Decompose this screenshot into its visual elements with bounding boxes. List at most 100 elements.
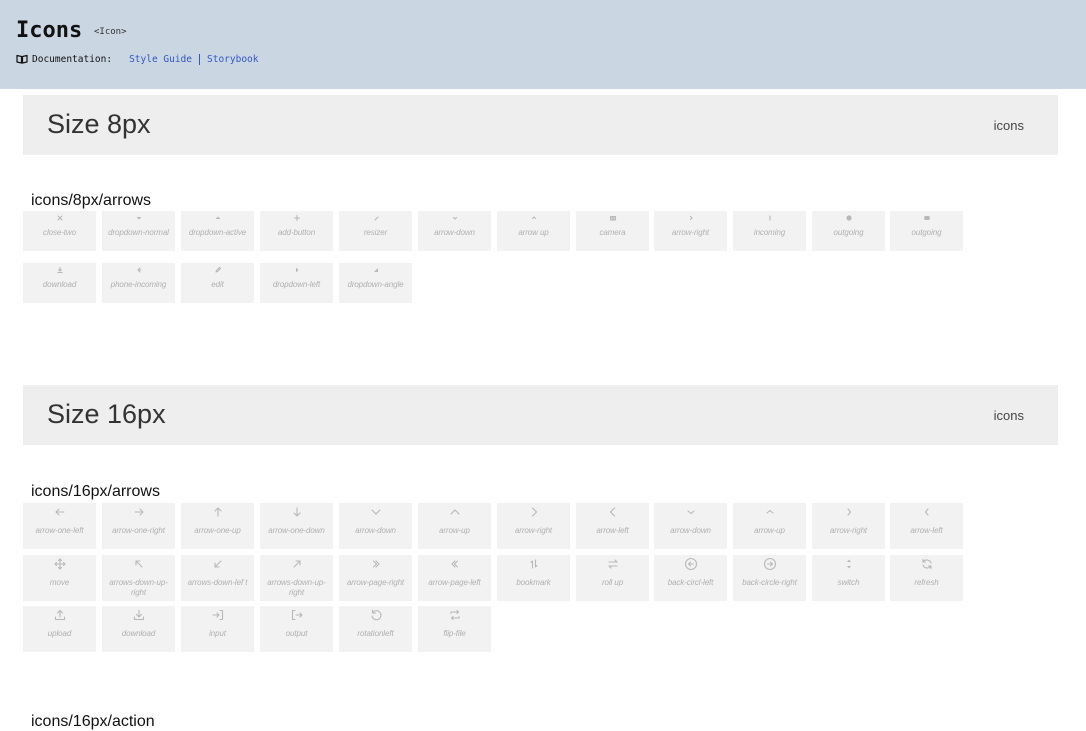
camera-icon bbox=[609, 215, 616, 221]
icon-tile-arrow-down[interactable]: arrow-down bbox=[418, 211, 491, 251]
icon-tile-arrow-down[interactable]: arrow-down bbox=[339, 503, 412, 549]
icon-tile-incoming[interactable]: incoming bbox=[733, 211, 806, 251]
chevron-left-small-icon bbox=[924, 508, 929, 516]
icon-tile-arrow-up[interactable]: arrow up bbox=[497, 211, 570, 251]
icon-tile-arrow-one-down[interactable]: arrow-one-down bbox=[260, 503, 333, 549]
icon-label: back-circle-right bbox=[742, 578, 797, 587]
outgoing-alt-icon bbox=[923, 215, 930, 220]
arrow-one-down-icon bbox=[292, 507, 301, 517]
icon-tile-move[interactable]: move bbox=[23, 555, 96, 601]
icon-tile-download[interactable]: download bbox=[23, 263, 96, 303]
icon-label: arrow-right bbox=[829, 526, 868, 535]
icon-tile-rotation-left[interactable]: rotationleft bbox=[339, 606, 412, 652]
icon-tile-flip-file[interactable]: flip-file bbox=[418, 606, 491, 652]
icon-tile-outgoing[interactable]: outgoing bbox=[812, 211, 885, 251]
chevron-right-small-icon bbox=[846, 508, 851, 516]
icon-tile-bookmark[interactable]: bookmark bbox=[497, 555, 570, 601]
icon-tile-arrow-right[interactable]: arrow-right bbox=[654, 211, 727, 251]
icon-label: arrow-one-down bbox=[268, 526, 325, 535]
icon-label: arrow-up bbox=[439, 526, 470, 535]
icon-label: switch bbox=[837, 578, 860, 587]
icon-tile-arrows-down-up-right[interactable]: arrows-down-up-right bbox=[102, 555, 175, 601]
icon-tile-arrows-down-left[interactable]: arrows-down-lef t bbox=[181, 555, 254, 601]
icon-label: arrow-right bbox=[514, 526, 553, 535]
arrow-down-left-icon bbox=[213, 560, 222, 568]
icon-tile-phone-incoming[interactable]: phone-incoming bbox=[102, 263, 175, 303]
icon-tile-resizer[interactable]: resizer bbox=[339, 211, 412, 251]
arrow-one-right-icon bbox=[133, 508, 144, 516]
icon-tile-dropdown-angle[interactable]: dropdown-angle bbox=[339, 263, 412, 303]
icon-tile-arrow-right-small[interactable]: arrow-right bbox=[812, 503, 885, 549]
icon-tile-arrow-page-right[interactable]: arrow-page-right bbox=[339, 555, 412, 601]
icon-tile-back-circle-right[interactable]: back-circle-right bbox=[733, 555, 806, 601]
close-icon bbox=[56, 214, 63, 221]
icon-label: arrow-up bbox=[754, 526, 785, 535]
icon-tile-dropdown-normal[interactable]: dropdown-normal bbox=[102, 211, 175, 251]
icon-label: flip-file bbox=[443, 629, 466, 638]
icon-tile-back-circle-left[interactable]: back-circl-left bbox=[654, 555, 727, 601]
icon-label: download bbox=[42, 280, 77, 289]
icon-label: output bbox=[285, 629, 308, 638]
icon-label: bookmark bbox=[516, 578, 551, 587]
icon-label: edit bbox=[211, 280, 224, 289]
icon-label: close-two bbox=[43, 228, 76, 237]
icon-tile-add-button[interactable]: add-button bbox=[260, 211, 333, 251]
icon-label: arrow-left bbox=[910, 526, 943, 535]
icon-tile-arrow-right[interactable]: arrow-right bbox=[497, 503, 570, 549]
icon-tile-arrow-one-right[interactable]: arrow-one-right bbox=[102, 503, 175, 549]
icon-label: arrow-one-up bbox=[194, 526, 241, 535]
icon-label: arrow-one-left bbox=[35, 526, 84, 535]
book-icon bbox=[16, 54, 28, 64]
icon-tile-dropdown-active[interactable]: dropdown-active bbox=[181, 211, 254, 251]
icon-tile-arrow-down-small[interactable]: arrow-down bbox=[654, 503, 727, 549]
icon-tile-close-two[interactable]: close-two bbox=[23, 211, 96, 251]
arrow-up-right-icon bbox=[292, 560, 301, 568]
icon-tile-camera[interactable]: camera bbox=[576, 211, 649, 251]
icon-label: arrows-down-lef t bbox=[187, 578, 248, 587]
icon-tile-arrow-one-left[interactable]: arrow-one-left bbox=[23, 503, 96, 549]
icon-tile-switch[interactable]: switch bbox=[812, 555, 885, 601]
swap-horizontal-icon bbox=[607, 559, 618, 569]
phone-incoming-icon bbox=[136, 266, 142, 273]
arrow-up-icon bbox=[531, 215, 536, 219]
move-icon bbox=[53, 558, 66, 570]
icon-label: arrow-down bbox=[355, 526, 396, 535]
icon-tile-download[interactable]: download bbox=[102, 606, 175, 652]
icon-tile-arrow-left[interactable]: arrow-left bbox=[576, 503, 649, 549]
switch-icon bbox=[846, 559, 851, 569]
rotate-left-icon bbox=[370, 609, 381, 621]
icon-tile-refresh[interactable]: refresh bbox=[890, 555, 963, 601]
icon-tile-arrow-up-small[interactable]: arrow-up bbox=[733, 503, 806, 549]
icon-tile-dropdown-left[interactable]: dropdown-left bbox=[260, 263, 333, 303]
icon-label: arrow up bbox=[518, 228, 549, 237]
output-icon bbox=[291, 609, 303, 621]
style-guide-link[interactable]: Style Guide bbox=[129, 54, 192, 65]
circle-arrow-left-icon bbox=[684, 557, 697, 571]
icon-label: resizer bbox=[363, 228, 388, 237]
icon-tile-arrow-page-left[interactable]: arrow-page-left bbox=[418, 555, 491, 601]
chevron-down-icon bbox=[370, 509, 381, 515]
upload-icon bbox=[54, 609, 65, 621]
icon-label: upload bbox=[47, 629, 72, 638]
icon-label: dropdown-left bbox=[272, 280, 321, 289]
resizer-icon bbox=[373, 215, 379, 221]
icon-label: incoming bbox=[753, 228, 786, 237]
chevron-up-small-icon bbox=[765, 509, 774, 514]
page-header: Icons <Icon> Documentation: Style Guide … bbox=[0, 0, 1086, 89]
icon-tile-output[interactable]: output bbox=[260, 606, 333, 652]
icon-tile-arrow-up[interactable]: arrow-up bbox=[418, 503, 491, 549]
icon-tile-upload[interactable]: upload bbox=[23, 606, 96, 652]
storybook-link[interactable]: Storybook bbox=[207, 54, 258, 65]
outgoing-icon bbox=[845, 214, 852, 221]
icon-tile-arrow-left-small[interactable]: arrow-left bbox=[890, 503, 963, 549]
icon-tile-edit[interactable]: edit bbox=[181, 263, 254, 303]
icon-tile-roll-up[interactable]: roll up bbox=[576, 555, 649, 601]
section-tag: icons bbox=[993, 408, 1024, 423]
icon-tile-arrows-down-up-right-2[interactable]: arrows-down-up-right bbox=[260, 555, 333, 601]
icon-label: roll up bbox=[601, 578, 624, 587]
icon-tile-arrow-one-up[interactable]: arrow-one-up bbox=[181, 503, 254, 549]
icon-tile-input[interactable]: input bbox=[181, 606, 254, 652]
icon-label: arrow-down bbox=[434, 228, 475, 237]
group-title-8px-arrows: icons/8px/arrows bbox=[31, 192, 152, 209]
icon-tile-outgoing-alt[interactable]: outgoing bbox=[890, 211, 963, 251]
